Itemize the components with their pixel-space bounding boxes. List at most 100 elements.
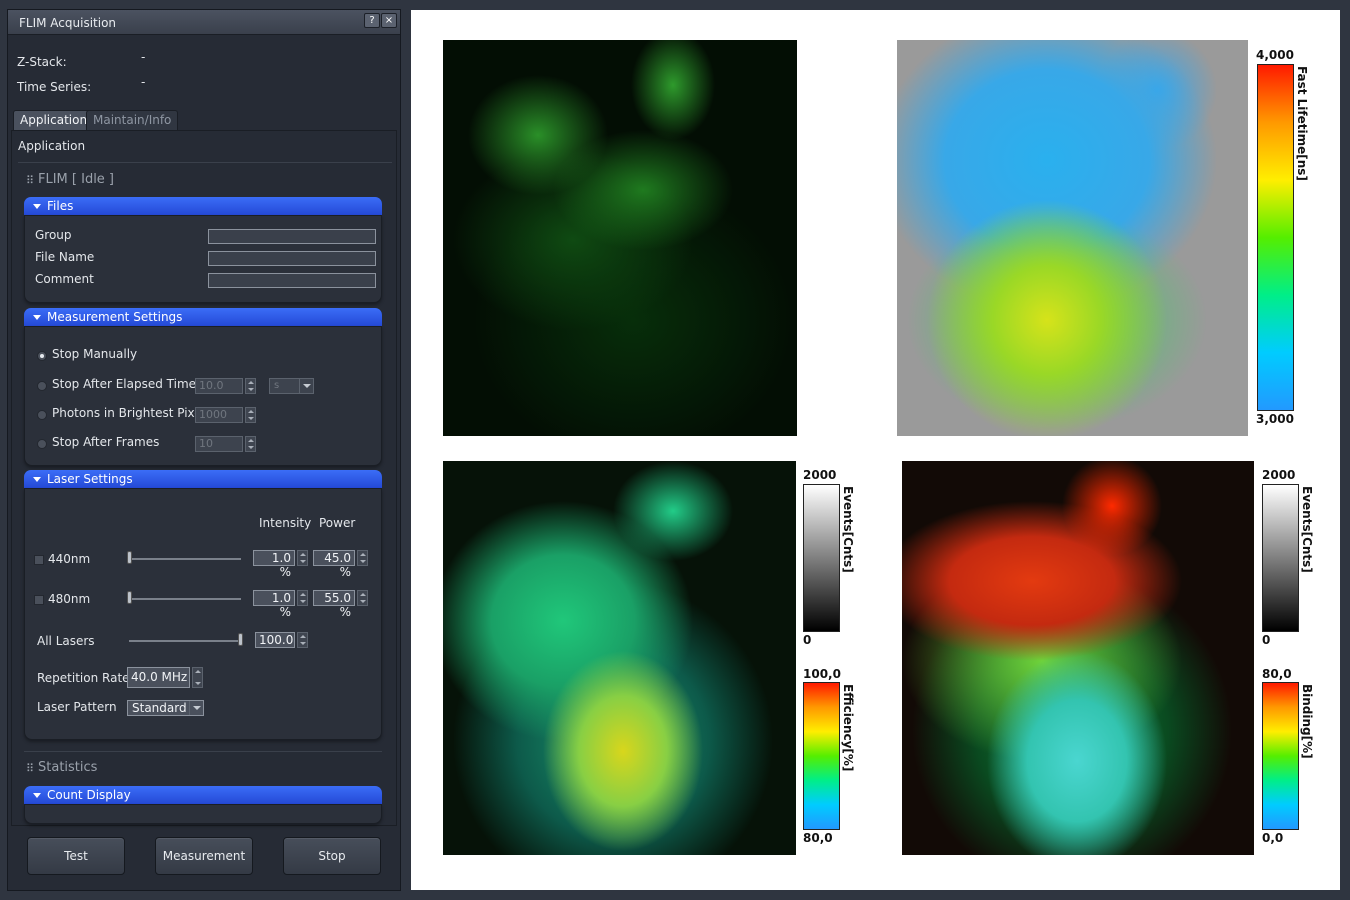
statistics-header[interactable]: Statistics — [38, 760, 97, 775]
grip-icon: ⠿ — [26, 174, 35, 187]
lifetime-map-image[interactable] — [897, 40, 1248, 436]
tab-maintain-info[interactable]: Maintain/Info — [86, 110, 179, 130]
intensity-image[interactable] — [443, 40, 797, 436]
laser-440-intensity[interactable]: 1.0 % — [253, 550, 295, 579]
zstack-value: - — [141, 50, 146, 64]
lifetime-colorbar-max: 4,000 — [1256, 48, 1294, 62]
events-right-colorbar-title: Events[Cnts] — [1300, 486, 1314, 573]
laser-480-intensity[interactable]: 1.0 % — [253, 590, 295, 619]
binding-colorbar-min: 0,0 — [1262, 831, 1284, 845]
lifetime-colorbar — [1257, 64, 1294, 411]
count-display-group — [24, 804, 382, 824]
count-display-header[interactable]: Count Display — [24, 786, 382, 804]
test-button[interactable]: Test — [27, 837, 125, 875]
comment-input[interactable] — [208, 273, 376, 288]
efficiency-colorbar-min: 80,0 — [803, 831, 833, 845]
all-lasers-slider-track[interactable] — [129, 640, 241, 642]
all-lasers-stepper[interactable] — [297, 632, 308, 648]
section-title: Application — [18, 139, 86, 153]
efficiency-colorbar-title: Efficiency[%] — [841, 684, 855, 772]
laser-480-label: 480nm — [48, 592, 91, 606]
lifetime-colorbar-title: Fast Lifetime[ns] — [1295, 66, 1309, 181]
laser-480-power-stepper[interactable] — [357, 590, 368, 606]
grip-icon: ⠿ — [26, 762, 35, 775]
laser-440-intensity-stepper[interactable] — [297, 550, 308, 566]
files-group-header[interactable]: Files — [24, 197, 382, 215]
stop-manually-radio[interactable] — [37, 351, 47, 361]
laser-group: Intensity Power 440nm 1.0 % 45.0 % 480nm… — [24, 488, 382, 740]
laser-480-power[interactable]: 55.0 % — [313, 590, 355, 619]
repetition-rate-input[interactable]: 40.0 MHz — [127, 667, 190, 688]
filename-input[interactable] — [208, 251, 376, 266]
laser-480-slider-track[interactable] — [129, 598, 241, 600]
intensity-header: Intensity — [259, 516, 312, 530]
lifetime-colorbar-min: 3,000 — [1256, 412, 1294, 426]
laser-440-power-stepper[interactable] — [357, 550, 368, 566]
events-left-colorbar — [803, 484, 840, 632]
elapsed-time-stepper[interactable] — [245, 378, 256, 394]
close-button[interactable]: × — [381, 13, 397, 28]
laser-480-slider-thumb[interactable] — [127, 591, 132, 604]
flim-status-header: FLIM [ Idle ] — [38, 172, 115, 187]
zstack-label: Z-Stack: — [17, 55, 67, 69]
efficiency-colorbar-max: 100,0 — [803, 667, 841, 681]
laser-440-slider-track[interactable] — [129, 558, 241, 560]
binding-colorbar — [1262, 682, 1299, 830]
frames-stepper[interactable] — [245, 436, 256, 452]
events-right-colorbar-min: 0 — [1262, 633, 1271, 647]
filename-label: File Name — [35, 250, 95, 264]
measurement-group-header[interactable]: Measurement Settings — [24, 308, 382, 326]
chevron-down-icon — [189, 701, 203, 715]
efficiency-colorbar — [803, 682, 840, 830]
all-lasers-slider-thumb[interactable] — [238, 633, 243, 646]
stop-elapsed-radio[interactable] — [37, 381, 47, 391]
comment-label: Comment — [35, 272, 94, 286]
divider — [24, 751, 382, 752]
timeseries-label: Time Series: — [17, 80, 92, 94]
elapsed-time-input[interactable]: 10.0 — [195, 378, 243, 394]
measurement-group: Stop Manually Stop After Elapsed Time 10… — [24, 326, 382, 466]
elapsed-unit-value: s — [274, 380, 280, 391]
binding-colorbar-title: Binding[%] — [1300, 684, 1314, 759]
files-group: Group File Name Comment — [24, 215, 382, 303]
all-lasers-input[interactable]: 100.0 % — [255, 632, 295, 648]
group-label: Group — [35, 228, 72, 242]
laser-440-label: 440nm — [48, 552, 91, 566]
power-header: Power — [319, 516, 356, 530]
photons-input[interactable]: 1000 — [195, 407, 243, 423]
laser-pattern-label: Laser Pattern — [37, 700, 117, 714]
stop-button[interactable]: Stop — [283, 837, 381, 875]
events-right-colorbar — [1262, 484, 1299, 632]
photons-label: Photons in Brightest Pixel — [52, 406, 205, 420]
events-left-colorbar-title: Events[Cnts] — [841, 486, 855, 573]
laser-pattern-select[interactable]: Standard — [127, 700, 204, 716]
elapsed-unit-select[interactable]: s — [269, 378, 314, 394]
photons-radio[interactable] — [37, 410, 47, 420]
laser-440-checkbox[interactable] — [34, 555, 44, 565]
all-lasers-label: All Lasers — [37, 634, 95, 648]
tab-application[interactable]: Application — [13, 110, 95, 130]
laser-440-slider-thumb[interactable] — [127, 551, 132, 564]
events-left-colorbar-min: 0 — [803, 633, 812, 647]
frames-input[interactable]: 10 — [195, 436, 243, 452]
events-right-colorbar-max: 2000 — [1262, 468, 1296, 482]
laser-440-power[interactable]: 45.0 % — [313, 550, 355, 579]
measurement-button[interactable]: Measurement — [155, 837, 253, 875]
stop-frames-radio[interactable] — [37, 439, 47, 449]
binding-map-image[interactable] — [902, 461, 1254, 855]
binding-colorbar-max: 80,0 — [1262, 667, 1292, 681]
group-input[interactable] — [208, 229, 376, 244]
repetition-rate-stepper[interactable] — [192, 667, 203, 688]
application-tab-content: Application ⠿ FLIM [ Idle ] Files Group … — [11, 130, 397, 826]
laser-group-header[interactable]: Laser Settings — [24, 470, 382, 488]
photons-stepper[interactable] — [245, 407, 256, 423]
divider — [18, 162, 392, 163]
stop-frames-label: Stop After Frames — [52, 435, 160, 449]
help-button[interactable]: ? — [364, 13, 380, 28]
efficiency-map-image[interactable] — [443, 461, 796, 855]
laser-480-intensity-stepper[interactable] — [297, 590, 308, 606]
chevron-down-icon — [299, 379, 313, 393]
timeseries-value: - — [141, 75, 146, 89]
laser-480-checkbox[interactable] — [34, 595, 44, 605]
panel-title-bar: FLIM Acquisition ? × — [8, 10, 400, 35]
